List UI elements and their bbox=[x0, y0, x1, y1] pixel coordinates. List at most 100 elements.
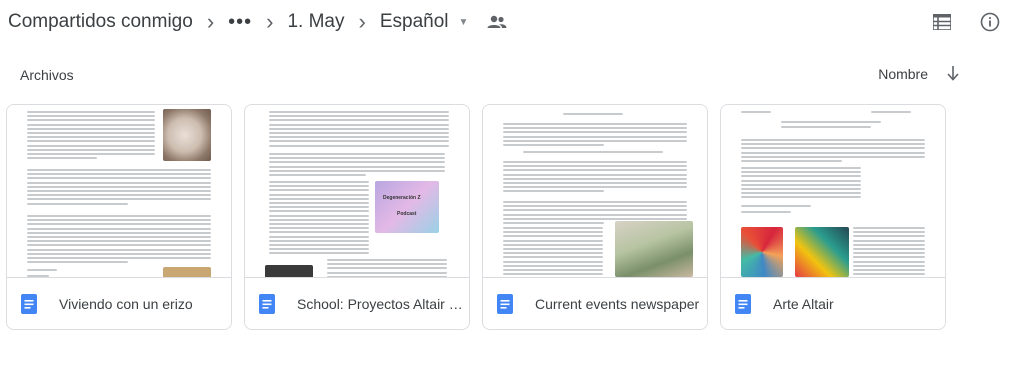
file-card-footer: Arte Altair bbox=[721, 277, 945, 329]
file-card-footer: Viviendo con un erizo bbox=[7, 277, 231, 329]
thumbnail-text-line bbox=[503, 213, 687, 216]
thumbnail-text-line bbox=[27, 115, 155, 118]
thumbnail-text-line bbox=[269, 136, 449, 139]
thumbnail-text-line bbox=[503, 252, 603, 255]
thumbnail-text-line bbox=[853, 264, 925, 267]
thumbnail-text-line bbox=[27, 177, 211, 180]
thumbnail-text-line bbox=[503, 177, 687, 180]
file-card[interactable]: Degeneración Z Podcast School: Proyectos… bbox=[244, 104, 470, 330]
sort-by-name-button[interactable]: Nombre bbox=[878, 66, 928, 82]
thumbnail-text-line bbox=[563, 113, 623, 115]
thumbnail-text-line bbox=[269, 231, 369, 234]
thumbnail-text-line bbox=[27, 185, 211, 188]
breadcrumb-folder-may[interactable]: 1. May bbox=[287, 11, 344, 33]
file-name: Current events newspaper bbox=[535, 295, 700, 312]
thumbnail-text-line bbox=[853, 273, 925, 276]
thumbnail-text-line bbox=[853, 256, 925, 259]
thumbnail-text-line bbox=[503, 182, 687, 184]
thumbnail-text-line bbox=[269, 165, 445, 168]
file-card-footer: School: Proyectos Altair e... bbox=[245, 277, 469, 329]
breadcrumb-shared-with-me[interactable]: Compartidos conmigo bbox=[8, 11, 193, 33]
thumbnail-text-line bbox=[269, 111, 449, 113]
photo-thumbnail bbox=[163, 267, 211, 277]
thumbnail-text-line bbox=[269, 235, 369, 238]
thumbnail-text-line bbox=[781, 121, 881, 123]
thumbnail-text-line bbox=[269, 210, 369, 213]
thumbnail-text-line bbox=[269, 218, 369, 221]
thumbnail-text-line bbox=[27, 173, 211, 176]
thumbnail-text-line bbox=[27, 223, 211, 226]
thumbnail-text-line bbox=[269, 153, 445, 155]
arrow-down-icon[interactable] bbox=[942, 62, 964, 84]
thumbnail-text-line bbox=[503, 209, 687, 212]
chevron-right-icon: › bbox=[266, 9, 274, 34]
thumbnail-text-line bbox=[327, 267, 447, 270]
thumbnail-text-line bbox=[269, 144, 449, 147]
list-view-icon[interactable] bbox=[922, 2, 962, 42]
shared-folder-people-icon[interactable] bbox=[486, 14, 508, 30]
file-card[interactable]: Viviendo con un erizo bbox=[6, 104, 232, 330]
thumbnail-text-line bbox=[27, 153, 155, 155]
thumbnail-text-line bbox=[269, 119, 449, 122]
thumbnail-text-line bbox=[269, 181, 369, 183]
thumbnail-text-line bbox=[741, 205, 811, 207]
podcast-cover-subtitle: Podcast bbox=[397, 211, 417, 217]
thumbnail-text-line bbox=[741, 188, 861, 190]
thumbnail-text-line bbox=[269, 161, 445, 164]
thumbnail-text-line bbox=[27, 148, 155, 151]
thumbnail-text-line bbox=[27, 127, 155, 130]
artwork-photo-right bbox=[795, 227, 849, 277]
thumbnail-text-line bbox=[269, 157, 445, 160]
file-card-footer: Current events newspaper bbox=[483, 277, 707, 329]
thumbnail-text-line bbox=[503, 190, 604, 193]
thumbnail-text-line bbox=[269, 214, 369, 217]
thumbnail-text-line bbox=[327, 271, 447, 274]
thumbnail-text-line bbox=[503, 243, 603, 246]
google-docs-icon bbox=[21, 293, 37, 314]
thumbnail-text-line bbox=[27, 198, 211, 201]
thumbnail-text-line bbox=[503, 127, 687, 130]
thumbnail-text-line bbox=[269, 185, 369, 188]
thumbnail-text-line bbox=[741, 111, 771, 113]
thumbnail-text-line bbox=[27, 144, 155, 147]
hedgehog-photo bbox=[163, 109, 211, 161]
thumbnail-text-line bbox=[27, 169, 211, 171]
thumbnail-text-line bbox=[503, 205, 687, 208]
file-name: Viviendo con un erizo bbox=[59, 295, 193, 312]
thumbnail-text-line bbox=[27, 136, 155, 139]
file-thumbnail bbox=[721, 105, 945, 277]
thumbnail-text-line bbox=[503, 123, 687, 125]
more-folders-button[interactable]: ••• bbox=[228, 11, 252, 34]
podcast-cover-title: Degeneración Z bbox=[383, 195, 421, 201]
thumbnail-text-line bbox=[853, 269, 925, 271]
thumbnail-text-line bbox=[503, 144, 604, 146]
google-docs-icon bbox=[735, 293, 751, 314]
file-card[interactable]: Current events newspaper bbox=[482, 104, 708, 330]
thumbnail-text-line bbox=[853, 227, 925, 229]
file-thumbnail bbox=[483, 105, 707, 277]
folder-menu-caret-icon[interactable]: ▼ bbox=[459, 17, 469, 28]
thumbnail-text-line bbox=[27, 215, 211, 217]
thumbnail-text-line bbox=[269, 169, 445, 172]
thumbnail-text-line bbox=[27, 261, 128, 264]
thumbnail-text-line bbox=[741, 192, 861, 195]
breadcrumb-current-folder[interactable]: Español bbox=[380, 11, 449, 33]
thumbnail-text-line bbox=[503, 165, 687, 168]
thumbnail-text-line bbox=[853, 248, 925, 250]
thumbnail-text-line bbox=[503, 239, 603, 242]
thumbnail-text-line bbox=[269, 202, 369, 204]
thumbnail-text-line bbox=[27, 236, 211, 238]
thumbnail-text-line bbox=[269, 239, 369, 242]
thumbnail-text-line bbox=[503, 173, 687, 176]
section-title-files: Archivos bbox=[20, 67, 74, 83]
thumbnail-text-line bbox=[741, 143, 925, 146]
thumbnail-text-line bbox=[741, 160, 842, 162]
file-card[interactable]: Arte Altair bbox=[720, 104, 946, 330]
thumbnail-text-line bbox=[269, 115, 449, 118]
thumbnail-text-line bbox=[27, 257, 211, 259]
info-icon[interactable] bbox=[970, 2, 1010, 42]
thumbnail-text-line bbox=[741, 147, 925, 150]
thumbnail-text-line bbox=[853, 260, 925, 263]
thumbnail-text-line bbox=[327, 259, 447, 261]
thumbnail-text-line bbox=[853, 231, 925, 234]
